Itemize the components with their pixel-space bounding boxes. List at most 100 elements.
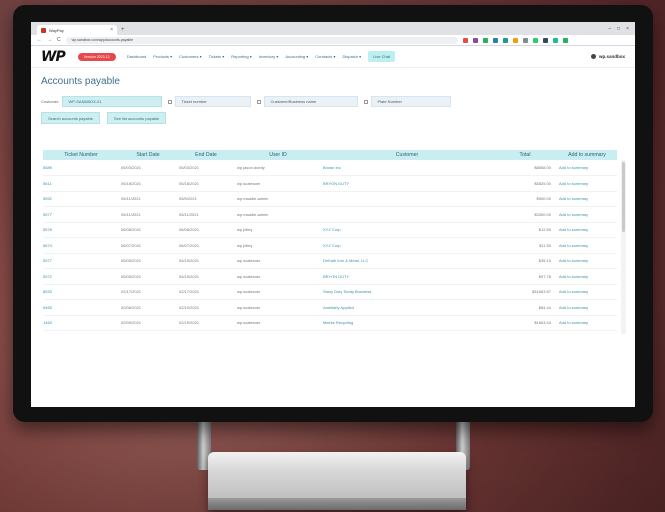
business-checkbox[interactable] [257, 99, 262, 104]
col-ticket-number[interactable]: Ticket Number [43, 150, 119, 160]
customer-link[interactable]: Stacy Duty Scrap Business [321, 284, 493, 300]
customer-link[interactable]: Brown Inc [321, 160, 493, 176]
extension-icon[interactable] [522, 37, 528, 43]
extension-icon[interactable] [502, 37, 508, 43]
live-chat-button[interactable]: Live Chat [368, 51, 396, 62]
add-to-summary-link[interactable]: Add to summary [557, 268, 617, 285]
add-to-summary-link[interactable]: Add to summary [557, 206, 617, 223]
page-content: Accounts payable Customer: WP-SANDBOX-01… [31, 68, 635, 334]
col-user-id[interactable]: User ID [235, 150, 321, 160]
search-accounts-payable-button[interactable]: Search accounts payable [41, 112, 100, 124]
col-end-date[interactable]: End Date [177, 150, 235, 160]
customer-link[interactable]: DeKalb Iron & Metal, LLC [321, 253, 493, 269]
business-field: Customer/Business name [257, 96, 359, 107]
ticket-number-link[interactable]: 5577 [43, 206, 119, 223]
close-tab-icon[interactable]: × [110, 27, 113, 33]
end-date-cell: 06/08/2021 [177, 222, 235, 238]
user-id-cell: wp.maddie.admin [235, 206, 321, 223]
customer-link[interactable]: Meeks Recycling [321, 315, 493, 331]
col-total[interactable]: Total [493, 150, 557, 160]
extension-icon[interactable] [532, 37, 538, 43]
nav-products[interactable]: Products ▾ [153, 54, 172, 59]
ticket-number-link[interactable]: 5578 [43, 222, 119, 238]
add-to-summary-link[interactable]: Add to summary [557, 315, 617, 331]
ticket-number-link[interactable]: 5611 [43, 175, 119, 192]
customer-link[interactable]: BRYON DUTY [321, 268, 493, 285]
ticket-number-link[interactable]: 5674 [43, 237, 119, 254]
extension-icon[interactable] [482, 37, 488, 43]
extension-icon[interactable] [552, 37, 558, 43]
end-date-cell: 05/11/2021 [177, 206, 235, 223]
user-id-cell: wp.jrilley [235, 222, 321, 238]
nav-dispatch[interactable]: Dispatch ▾ [343, 54, 362, 59]
forward-icon[interactable]: → [47, 37, 52, 43]
nav-contracts[interactable]: Contracts ▾ [315, 54, 335, 59]
add-to-summary-link[interactable]: Add to summary [557, 253, 617, 269]
nav-tickets[interactable]: Tickets ▾ [209, 54, 225, 59]
nav-reporting[interactable]: Reporting ▾ [231, 54, 251, 59]
add-to-summary-link[interactable]: Add to summary [557, 284, 617, 300]
nav-accounting[interactable]: Accounting ▾ [285, 54, 308, 59]
start-date-cell: 05/05/2021 [119, 268, 177, 285]
extension-icon[interactable] [512, 37, 518, 43]
ticket-number-input[interactable]: Ticket number [175, 96, 252, 107]
customer-select[interactable]: WP-SANDBOX-01 [62, 96, 163, 107]
minimize-icon[interactable]: – [608, 23, 611, 35]
table-row: 5592 05/11/2021 05/5/2021 wp.maddie.admin $5… [43, 191, 617, 207]
extension-icon[interactable] [462, 37, 468, 43]
extension-icon[interactable] [472, 37, 478, 43]
col-start-date[interactable]: Start Date [119, 150, 177, 160]
ticket-number-link[interactable]: 5592 [43, 191, 119, 207]
back-icon[interactable]: ← [37, 37, 42, 43]
ticket-number-link[interactable]: 1463 [43, 315, 119, 331]
ticket-number-link[interactable]: 5589 [43, 160, 119, 176]
customer-link[interactable] [321, 191, 493, 207]
extension-icon[interactable] [562, 37, 568, 43]
plate-number-input[interactable]: Plate Number [371, 96, 452, 107]
browser-tab[interactable]: WayPay × [37, 25, 117, 35]
see-list-accounts-payable-button[interactable]: See list accounts payable [106, 112, 167, 124]
nav-inventory[interactable]: Inventory ▾ [259, 54, 279, 59]
total-cell: $97.78 [493, 268, 557, 285]
nav-customers[interactable]: Customers ▾ [179, 54, 201, 59]
total-cell: $35.15 [493, 253, 557, 269]
ticket-checkbox[interactable] [168, 99, 173, 104]
user-menu[interactable]: wp.sandbox [590, 54, 625, 59]
user-icon [590, 54, 596, 59]
plate-checkbox[interactable] [364, 99, 369, 104]
customer-link[interactable] [321, 206, 493, 223]
add-to-summary-link[interactable]: Add to summary [557, 160, 617, 176]
add-to-summary-link[interactable]: Add to summary [557, 237, 617, 254]
end-date-cell: 05/5/2021 [177, 191, 235, 207]
url-input[interactable]: wp.sandbox.com/app/accounts-payable [65, 36, 458, 44]
app-navbar: WP Version 2023.12 Dashboard Products ▾ … [31, 46, 635, 68]
customer-link[interactable]: XYZ Corp [321, 222, 493, 238]
browser-tabbar: WayPay × + – □ × [31, 22, 635, 35]
extension-icon[interactable] [542, 37, 548, 43]
add-to-summary-link[interactable]: Add to summary [557, 191, 617, 207]
nav-dashboard[interactable]: Dashboard [127, 54, 147, 59]
col-customer[interactable]: Customer [321, 150, 493, 160]
ticket-field: Ticket number [168, 96, 252, 107]
add-to-summary-link[interactable]: Add to summary [557, 299, 617, 316]
app-logo[interactable]: WP [41, 49, 66, 65]
customer-link[interactable]: BRYON DUTY [321, 175, 493, 192]
maximize-icon[interactable]: □ [617, 23, 620, 35]
table-scrollbar[interactable] [621, 160, 626, 334]
start-date-cell: 02/09/2021 [119, 315, 177, 331]
new-tab-button[interactable]: + [121, 25, 125, 35]
close-window-icon[interactable]: × [626, 23, 629, 35]
add-to-summary-link[interactable]: Add to summary [557, 175, 617, 192]
ticket-number-link[interactable]: 5577 [43, 253, 119, 269]
customer-link[interactable]: Ameliarty Applied [321, 299, 493, 316]
end-date-cell: 05/15/2021 [177, 268, 235, 285]
ticket-number-link[interactable]: 5572 [43, 268, 119, 285]
add-to-summary-link[interactable]: Add to summary [557, 222, 617, 238]
extension-icon[interactable] [492, 37, 498, 43]
ticket-number-link[interactable]: 9465 [43, 299, 119, 316]
business-name-input[interactable]: Customer/Business name [264, 96, 359, 107]
ticket-number-link[interactable]: 8533 [43, 284, 119, 300]
customer-link[interactable]: XYZ Corp [321, 237, 493, 254]
scrollbar-thumb[interactable] [622, 162, 625, 232]
reload-icon[interactable]: C [57, 37, 61, 43]
